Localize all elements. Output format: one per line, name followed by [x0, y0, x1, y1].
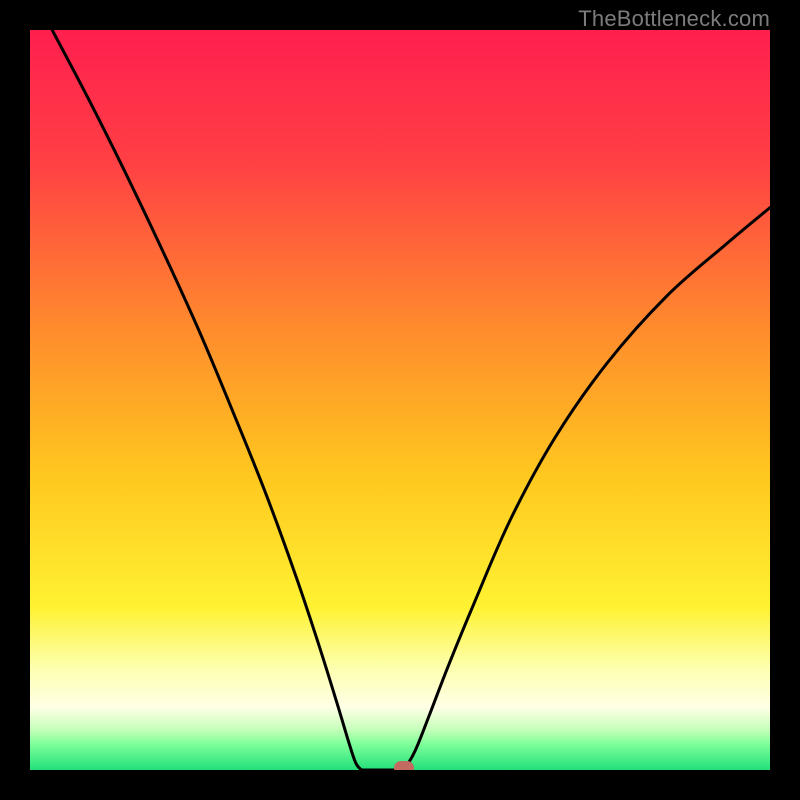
- outer-frame: TheBottleneck.com: [0, 0, 800, 800]
- curve-path: [52, 30, 770, 770]
- bottleneck-marker: [394, 761, 414, 770]
- bottleneck-curve: [30, 30, 770, 770]
- watermark-text: TheBottleneck.com: [578, 6, 770, 32]
- plot-area: [30, 30, 770, 770]
